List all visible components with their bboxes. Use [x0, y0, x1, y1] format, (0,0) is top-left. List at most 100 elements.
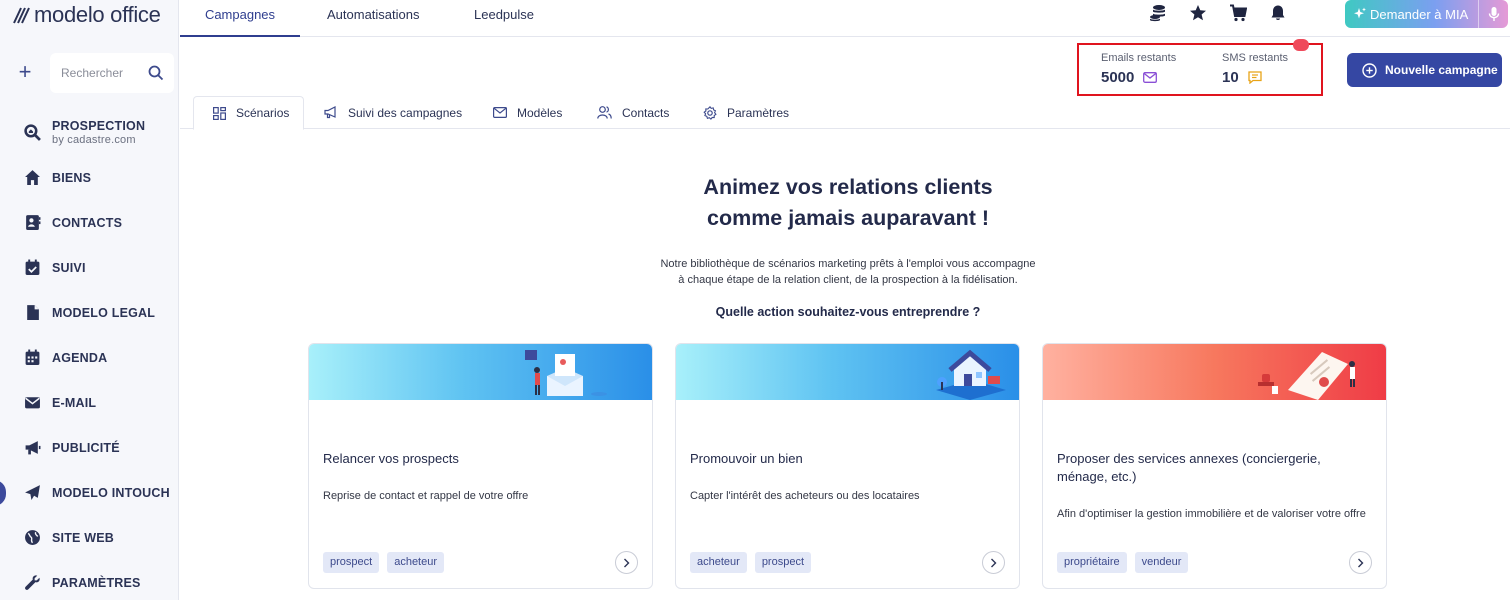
- ask-mia-button[interactable]: Demander à MIA: [1345, 0, 1508, 28]
- new-campaign-button[interactable]: Nouvelle campagne: [1347, 53, 1502, 87]
- card-tags: prospect acheteur: [323, 552, 452, 573]
- tab-leedpulse[interactable]: Leedpulse: [474, 0, 534, 37]
- card-title: Promouvoir un bien: [690, 451, 803, 466]
- card-open-button[interactable]: [615, 551, 638, 574]
- card-banner-illustration: [1043, 344, 1386, 400]
- chevron-right-icon: [1358, 558, 1364, 567]
- logo[interactable]: modelo office: [12, 2, 161, 28]
- ask-mia-label: Demander à MIA: [1370, 6, 1469, 22]
- tag: vendeur: [1134, 552, 1189, 573]
- calendar-check-icon: [24, 259, 41, 276]
- sidebar-item-label: MODELO LEGAL: [52, 305, 156, 320]
- calendar-icon: [24, 349, 41, 366]
- star-icon[interactable]: [1189, 4, 1209, 24]
- envelope-icon: [493, 107, 507, 118]
- sidebar-item-label: PUBLICITÉ: [52, 440, 120, 455]
- card-open-button[interactable]: [1349, 551, 1372, 574]
- grid-icon: [213, 106, 226, 120]
- bell-icon[interactable]: [1269, 4, 1289, 24]
- envelope-icon: [1143, 72, 1158, 83]
- contact-card-icon: [24, 214, 41, 231]
- sidebar-item-site-web[interactable]: SITE WEB: [0, 515, 179, 560]
- sidebar-nav: PROSPECTION by cadastre.com BIENS CONTAC…: [0, 110, 179, 600]
- cart-icon[interactable]: [1229, 4, 1249, 24]
- top-bar: Campagnes Automatisations Leedpulse Dema…: [180, 0, 1510, 37]
- paper-plane-icon: [24, 484, 41, 501]
- tab-parametres[interactable]: Paramètres: [703, 96, 789, 129]
- card-tags: acheteur prospect: [690, 552, 819, 573]
- sidebar-item-modelo-intouch[interactable]: MODELO INTOUCH: [0, 470, 179, 515]
- sidebar-item-label: AGENDA: [52, 350, 108, 365]
- sidebar-item-biens[interactable]: BIENS: [0, 155, 179, 200]
- sidebar-item-label: CONTACTS: [52, 215, 123, 230]
- megaphone-icon: [324, 106, 336, 119]
- sidebar-item-modelo-legal[interactable]: MODELO LEGAL: [0, 290, 179, 335]
- scenario-card-services-annexes[interactable]: Proposer des services annexes (concierge…: [1042, 343, 1387, 589]
- card-title: Relancer vos prospects: [323, 451, 459, 466]
- tab-campagnes[interactable]: Campagnes: [180, 0, 300, 37]
- megaphone-icon: [24, 439, 41, 456]
- tab-contacts[interactable]: Contacts: [597, 96, 669, 129]
- card-banner-illustration: [309, 344, 652, 400]
- chevron-right-icon: [991, 558, 997, 567]
- tab-automatisations[interactable]: Automatisations: [327, 0, 420, 37]
- tab-suivi-des-campagnes[interactable]: Suivi des campagnes: [324, 96, 462, 129]
- wrench-icon: [24, 574, 41, 591]
- sidebar-item-label: SUIVI: [52, 260, 86, 275]
- emails-remaining: Emails restants 5000: [1101, 52, 1176, 86]
- card-tags: propriétaire vendeur: [1057, 552, 1196, 573]
- sidebar: modelo office + PROSPECTION by cadastre.…: [0, 0, 179, 600]
- sidebar-item-sublabel: by cadastre.com: [52, 134, 136, 146]
- search-icon[interactable]: [148, 65, 164, 81]
- document-icon: [24, 304, 41, 321]
- plus-circle-icon: [1362, 62, 1377, 78]
- card-open-button[interactable]: [982, 551, 1005, 574]
- tag: prospect: [754, 552, 812, 573]
- scenario-card-promouvoir[interactable]: Promouvoir un bien Capter l'intérêt des …: [675, 343, 1020, 589]
- sidebar-search: [50, 53, 174, 93]
- logo-text: modelo office: [34, 2, 161, 27]
- sidebar-item-label: PARAMÈTRES: [52, 575, 141, 590]
- globe-icon: [24, 529, 41, 546]
- sidebar-item-email[interactable]: E-MAIL: [0, 380, 179, 425]
- card-description: Reprise de contact et rappel de votre of…: [323, 490, 529, 502]
- sidebar-item-suivi[interactable]: SUIVI: [0, 245, 179, 290]
- notification-badge: [1293, 39, 1309, 51]
- users-icon: [597, 106, 612, 119]
- sms-remaining-value: 10: [1222, 69, 1288, 86]
- tab-modeles[interactable]: Modèles: [493, 96, 562, 129]
- sidebar-item-parametres[interactable]: PARAMÈTRES: [0, 560, 179, 600]
- logo-mark-icon: [13, 7, 30, 24]
- emails-remaining-label: Emails restants: [1101, 52, 1177, 64]
- search-input[interactable]: [61, 66, 143, 80]
- sidebar-item-label: MODELO INTOUCH: [52, 485, 170, 500]
- add-button[interactable]: +: [14, 61, 36, 84]
- chevron-right-icon: [624, 558, 630, 567]
- hero-description: Notre bibliothèque de scénarios marketin…: [660, 258, 1036, 286]
- sidebar-item-label: PROSPECTION by cadastre.com: [52, 119, 146, 146]
- tag: propriétaire: [1057, 552, 1127, 573]
- emails-remaining-value: 5000: [1101, 69, 1176, 86]
- remaining-credits-box: Emails restants 5000 SMS restants 10: [1077, 43, 1323, 96]
- coins-icon[interactable]: [1149, 4, 1169, 24]
- sparkle-icon: [1354, 7, 1366, 19]
- new-campaign-label: Nouvelle campagne: [1385, 63, 1498, 77]
- card-description: Afin d'optimiser la gestion immobilière …: [1057, 508, 1366, 520]
- sidebar-item-label: SITE WEB: [52, 530, 115, 545]
- sidebar-item-contacts[interactable]: CONTACTS: [0, 200, 179, 245]
- hero-title: Animez vos relations clients comme jamai…: [703, 175, 993, 230]
- search-house-icon: [24, 124, 41, 141]
- tag: acheteur: [387, 552, 445, 573]
- sidebar-item-prospection[interactable]: PROSPECTION by cadastre.com: [0, 110, 179, 155]
- gear-icon: [703, 105, 717, 120]
- tab-scenarios[interactable]: Scénarios: [193, 96, 305, 130]
- sidebar-item-publicite[interactable]: PUBLICITÉ: [0, 425, 179, 470]
- microphone-icon[interactable]: [1478, 0, 1508, 28]
- sidebar-item-agenda[interactable]: AGENDA: [0, 335, 179, 380]
- card-banner-illustration: [676, 344, 1019, 400]
- tag: acheteur: [690, 552, 747, 573]
- sub-tabs: Scénarios Suivi des campagnes Modèles Co…: [180, 96, 1510, 130]
- scenario-card-relancer[interactable]: Relancer vos prospects Reprise de contac…: [308, 343, 653, 589]
- tag: prospect: [323, 552, 380, 573]
- house-icon: [24, 169, 41, 186]
